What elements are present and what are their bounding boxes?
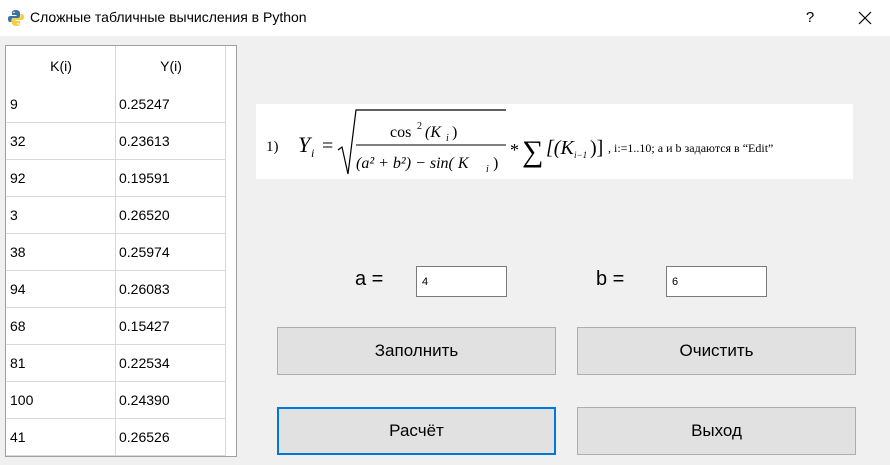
cell-k[interactable]: 32 [6,123,116,160]
formula-times: * [510,140,519,160]
cell-k[interactable]: 9 [6,86,116,123]
formula-equals: = [322,135,333,157]
table-row[interactable]: 81 0.22534 [6,345,226,382]
table-row[interactable]: 41 0.26526 [6,419,226,456]
cell-y[interactable]: 0.26520 [116,197,226,234]
formula-numerator-close: ) [452,124,457,141]
formula-numerator: cos [390,124,411,141]
a-input[interactable] [416,266,507,297]
cell-y[interactable]: 0.26083 [116,271,226,308]
cell-k[interactable]: 94 [6,271,116,308]
cell-y[interactable]: 0.26526 [116,419,226,456]
cell-y[interactable]: 0.19591 [116,160,226,197]
formula-sum-arg: [(K [546,137,575,159]
column-header-y[interactable]: Y(i) [116,46,226,86]
cell-k[interactable]: 92 [6,160,116,197]
cell-y[interactable]: 0.24390 [116,382,226,419]
formula-sum-arg-sub: i−1 [574,150,587,160]
exit-button[interactable]: Выход [577,407,856,455]
formula-denominator-close: ) [493,155,498,172]
close-button[interactable] [845,0,885,36]
header-divider [225,46,226,86]
python-icon [7,9,25,27]
table-row[interactable]: 38 0.25974 [6,234,226,271]
table-row[interactable]: 9 0.25247 [6,86,226,123]
table-row[interactable]: 94 0.26083 [6,271,226,308]
header-divider [115,46,116,86]
window-title: Сложные табличные вычисления в Python [30,9,307,25]
formula-note: , i:=1..10; a и b задаются в “Edit” [608,141,773,155]
formula-sum-close: )] [590,137,603,159]
formula-numerator-arg-sub: i [446,133,449,144]
table-row[interactable]: 100 0.24390 [6,382,226,419]
table-row[interactable]: 92 0.19591 [6,160,226,197]
b-input[interactable] [666,266,767,297]
formula-lhs-sub: i [311,146,314,160]
formula-image: 1) Y i = cos 2 (K i ) (a² + b²) − sin( K… [256,104,853,179]
calculate-button[interactable]: Расчёт [277,407,556,455]
clear-button[interactable]: Очистить [577,327,856,375]
b-label: b = [596,268,625,290]
cell-y[interactable]: 0.25247 [116,86,226,123]
column-header-k[interactable]: K(i) [6,46,116,86]
cell-y[interactable]: 0.23613 [116,123,226,160]
cell-k[interactable]: 38 [6,234,116,271]
cell-k[interactable]: 68 [6,308,116,345]
formula-denominator-sub: i [486,164,489,175]
table-header: K(i) Y(i) [6,46,226,86]
cell-y[interactable]: 0.15427 [116,308,226,345]
formula-numerator-arg: (K [425,124,442,141]
formula-number: 1) [266,139,279,155]
formula-denominator: (a² + b²) − sin( K [356,155,470,172]
formula-sum: ∑ [522,135,543,168]
formula-numerator-sup: 2 [417,121,422,132]
help-button[interactable]: ? [790,0,830,36]
title-bar: Сложные табличные вычисления в Python ? [0,0,890,36]
cell-k[interactable]: 41 [6,419,116,456]
table-row[interactable]: 68 0.15427 [6,308,226,345]
table-row[interactable]: 3 0.26520 [6,197,226,234]
cell-k[interactable]: 3 [6,197,116,234]
fill-button[interactable]: Заполнить [277,327,556,375]
table-row[interactable]: 32 0.23613 [6,123,226,160]
cell-y[interactable]: 0.25974 [116,234,226,271]
cell-k[interactable]: 100 [6,382,116,419]
a-label: a = [355,268,384,290]
cell-k[interactable]: 81 [6,345,116,382]
cell-y[interactable]: 0.22534 [116,345,226,382]
results-table[interactable]: K(i) Y(i) 9 0.25247 32 0.23613 92 0.19591 3 0.2… [5,45,237,457]
close-icon [858,11,872,25]
